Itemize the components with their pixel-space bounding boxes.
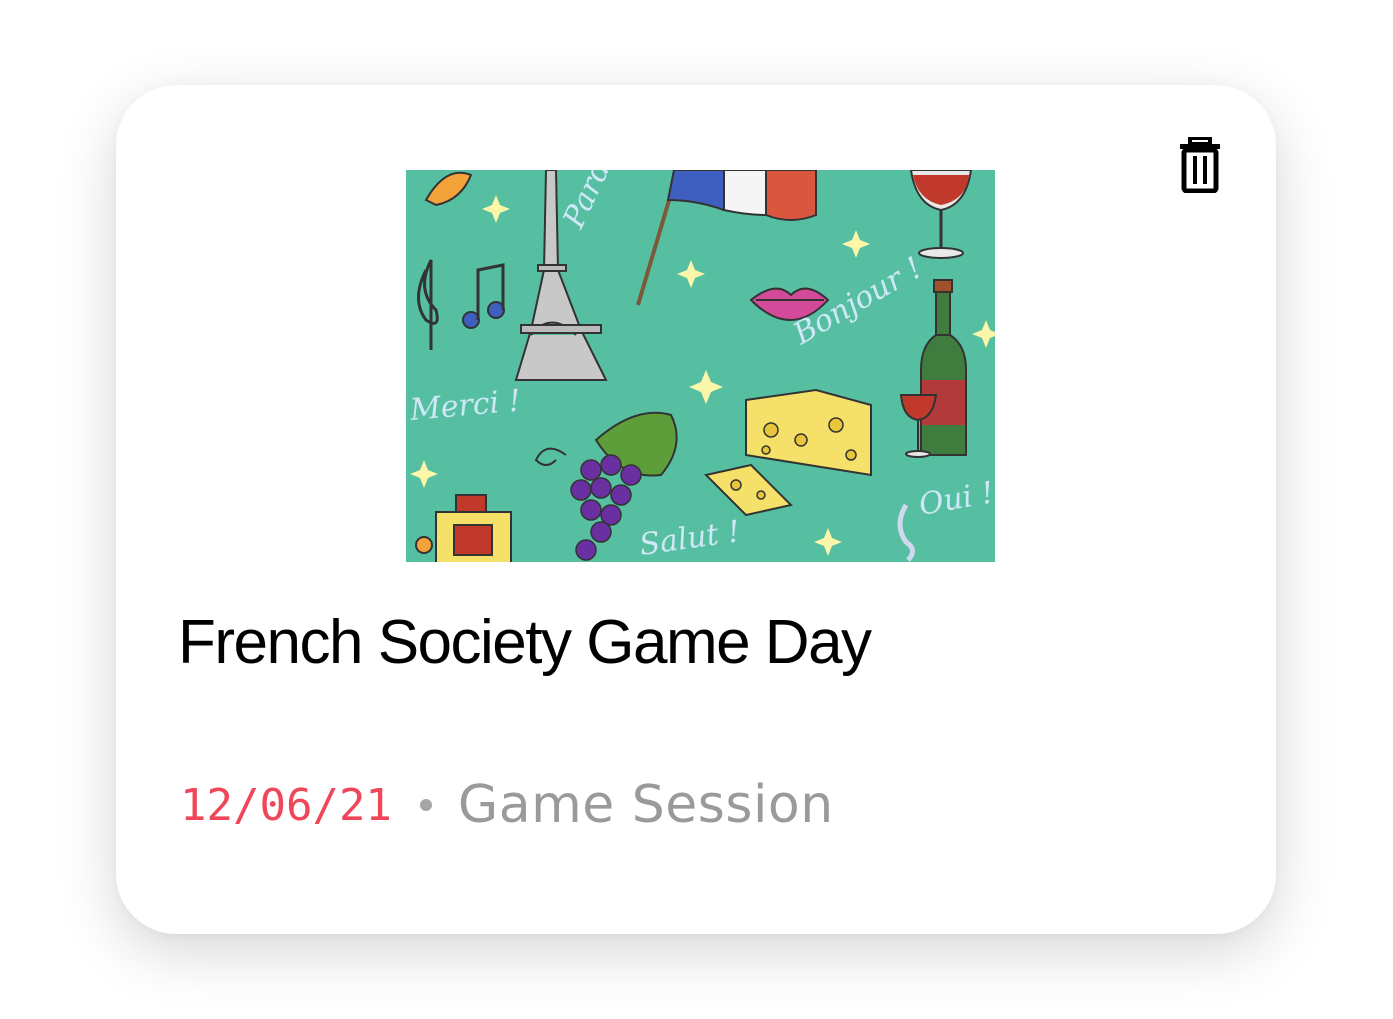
event-title: French Society Game Day [178,608,872,677]
event-thumbnail: Pardon Bonjour ! Merci ! Salut ! Oui ! [406,170,995,562]
event-meta: 12/06/21 Game Session [180,773,834,837]
trash-icon[interactable] [1178,136,1222,194]
separator-dot [419,799,432,811]
event-card[interactable]: Pardon Bonjour ! Merci ! Salut ! Oui ! F… [116,85,1276,934]
event-date: 12/06/21 [180,779,392,831]
event-type: Game Session [457,775,834,835]
